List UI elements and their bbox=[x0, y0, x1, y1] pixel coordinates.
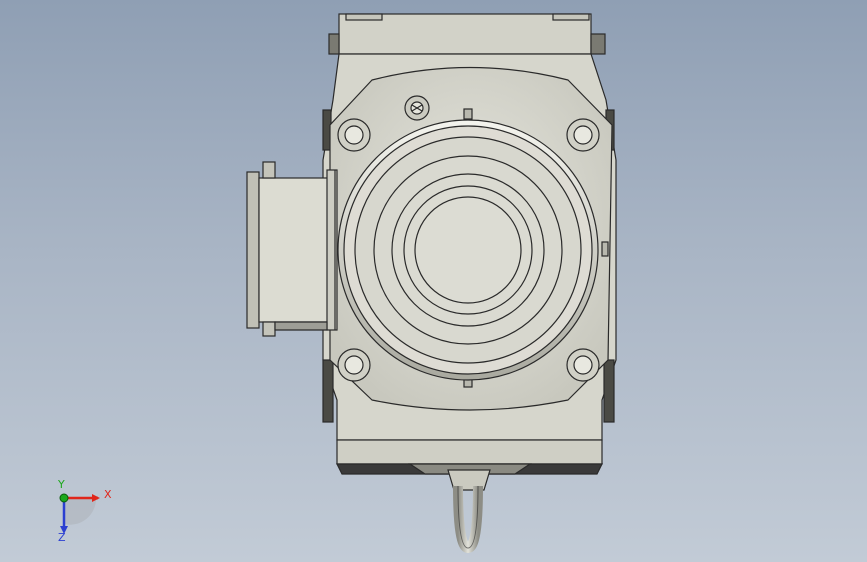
cad-viewport[interactable]: X Y Z bbox=[0, 0, 867, 562]
top-housing-block bbox=[328, 13, 606, 55]
z-axis-label: Z bbox=[58, 531, 66, 544]
corner-bolt-top-right bbox=[566, 118, 600, 152]
lower-base bbox=[336, 439, 603, 475]
top-pin bbox=[463, 108, 473, 120]
x-axis-label: X bbox=[104, 488, 112, 501]
orientation-triad[interactable]: X Y Z bbox=[40, 478, 120, 548]
output-flange bbox=[337, 119, 599, 381]
corner-bolt-bottom-right bbox=[566, 348, 600, 382]
corner-bolt-bottom-left bbox=[337, 348, 371, 382]
y-axis-dot bbox=[59, 493, 69, 503]
right-pin bbox=[601, 241, 609, 257]
lifting-eye bbox=[447, 469, 491, 554]
gearbox-model[interactable] bbox=[0, 0, 867, 562]
plug-screw bbox=[404, 95, 430, 121]
side-adapter bbox=[246, 161, 338, 337]
y-axis-label: Y bbox=[58, 478, 65, 491]
corner-bolt-top-left bbox=[337, 118, 371, 152]
